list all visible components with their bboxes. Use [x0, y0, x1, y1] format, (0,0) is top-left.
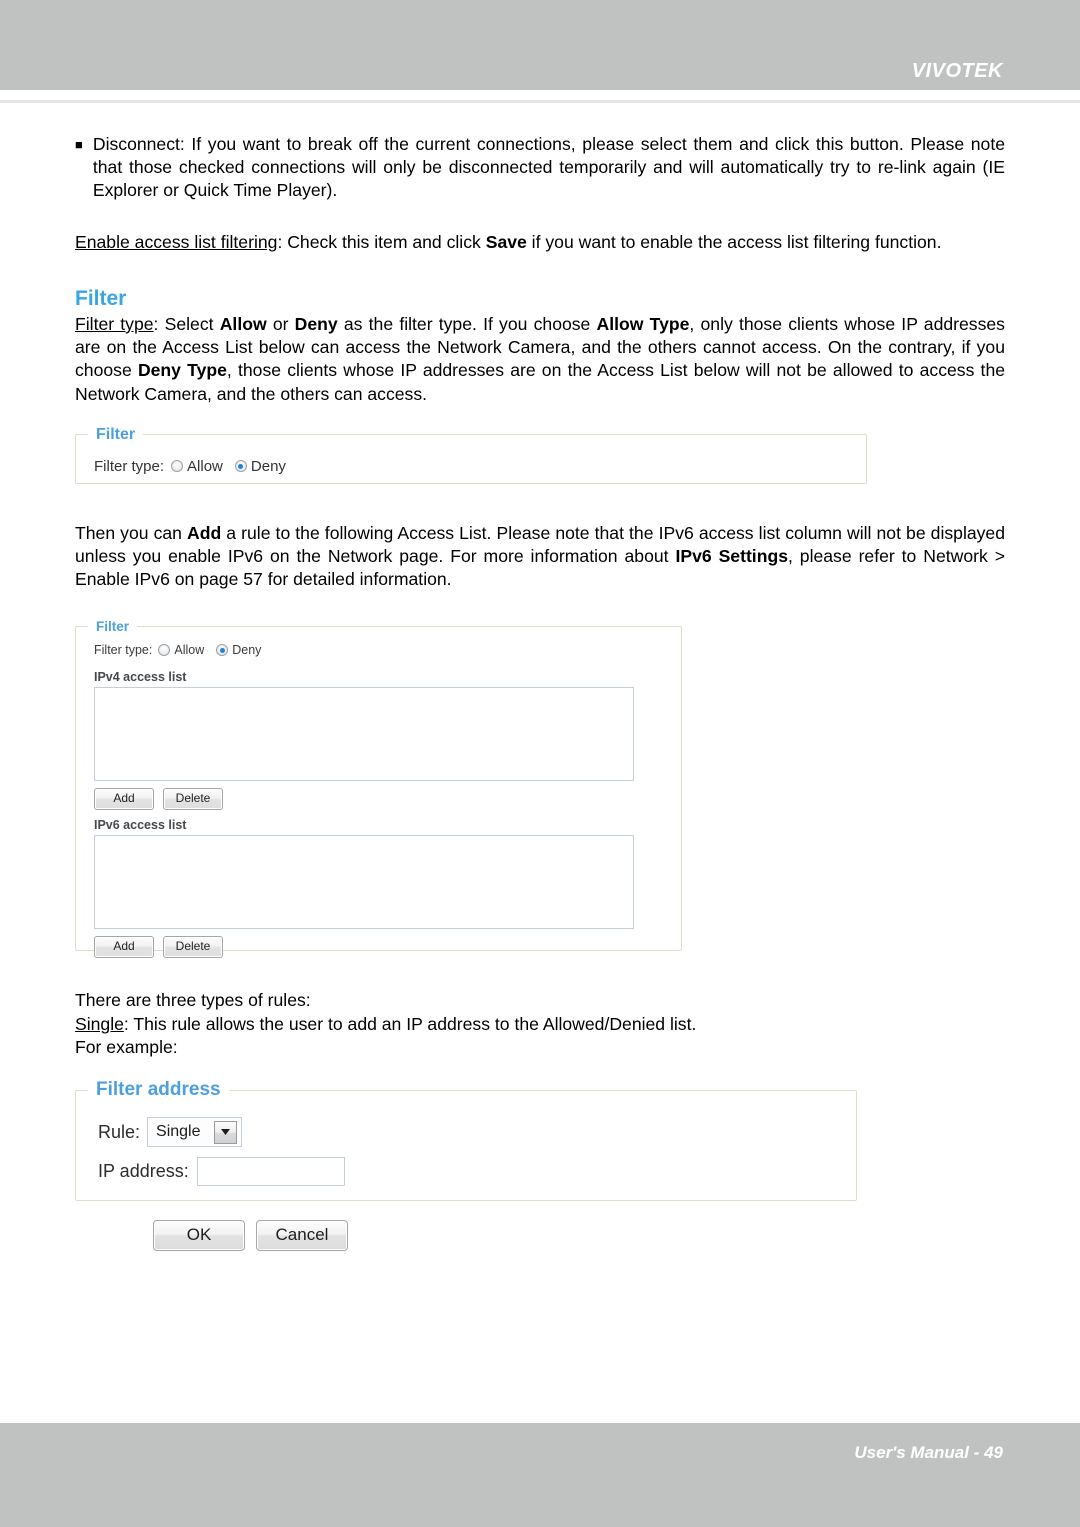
enable-access-list-filtering-paragraph: Enable access list filtering: Check this… [75, 231, 1005, 254]
filter-legend-large: Filter [96, 619, 130, 635]
filter-type-row-large: Filter type: Allow Deny [94, 643, 681, 657]
ip-address-label: IP address: [98, 1161, 189, 1182]
filter-type-label-large: Filter type: [94, 643, 153, 658]
save-bold: Save [485, 231, 527, 252]
radio-allow-small[interactable] [171, 460, 184, 473]
ipv6-access-list-box[interactable] [94, 835, 634, 930]
filter-fieldset-large: Filter Filter type: Allow Deny IPv4 acce… [75, 619, 682, 959]
rule-label: Rule: [98, 1121, 141, 1142]
rule-select-value: Single [156, 1123, 201, 1141]
filter-legend-small: Filter [96, 425, 136, 443]
ftp-1: : Select [153, 313, 220, 334]
filter-panel-screenshot-large: Filter Filter type: Allow Deny IPv4 acce… [75, 619, 1005, 959]
deny-type-bold: Deny Type [137, 360, 227, 381]
filter-type-term: Filter type [75, 313, 154, 334]
enable-filtering-part1: : Check this item and click [277, 231, 486, 252]
filter-address-legend: Filter address [96, 1079, 221, 1101]
radio-deny-label-small: Deny [250, 457, 286, 475]
filter-section-heading: Filter [75, 286, 127, 310]
ipv6-access-list-label: IPv6 access list [94, 818, 187, 833]
for-example-line: For example: [75, 1036, 178, 1057]
allow-type-bold: Allow Type [596, 313, 690, 334]
ipv4-button-row: Add Delete [94, 788, 681, 811]
radio-deny-small[interactable] [234, 460, 247, 473]
ipv6-settings-bold: IPv6 Settings [675, 545, 788, 566]
add-bold: Add [187, 522, 222, 543]
bullet-square-icon: ■ [75, 137, 83, 152]
allow-bold: Allow [219, 313, 267, 334]
disconnect-paragraph: Disconnect: If you want to break off the… [92, 134, 1005, 201]
filter-address-button-row: OK Cancel [153, 1220, 1005, 1252]
enable-filtering-term: Enable access list filtering [75, 231, 278, 252]
ipv4-access-list-label: IPv4 access list [94, 670, 187, 685]
vivotek-logo-text: VIVOTEK [911, 60, 1003, 82]
rules-intro-line: There are three types of rules: [75, 990, 311, 1011]
rule-row: Rule: Single [98, 1117, 856, 1148]
ok-button[interactable]: OK [153, 1220, 245, 1252]
ftp-2: or [266, 313, 295, 334]
radio-deny-large[interactable] [216, 644, 229, 657]
radio-allow-label-small: Allow [187, 457, 223, 475]
single-rule-line: Single: This rule allows the user to add… [75, 1013, 1005, 1036]
ipv4-add-button[interactable]: Add [94, 788, 154, 811]
page-footer-bar [0, 1423, 1080, 1527]
enable-filtering-part2: if you want to enable the access list fi… [526, 231, 942, 252]
filter-type-label-small: Filter type: [94, 457, 165, 475]
header-divider [0, 100, 1080, 103]
radio-allow-label-large: Allow [174, 643, 205, 658]
filter-fieldset-small: Filter Filter type: Allow Deny [75, 425, 867, 484]
ipv6-delete-button[interactable]: Delete [163, 936, 223, 959]
ipv6-button-row: Add Delete [94, 936, 681, 959]
add-rule-paragraph: Then you can Add a rule to the following… [75, 522, 1005, 592]
ip-address-row: IP address: [98, 1157, 856, 1187]
radio-deny-label-large: Deny [232, 643, 262, 658]
filter-panel-screenshot-small: Filter Filter type: Allow Deny [75, 425, 1005, 484]
deny-bold: Deny [294, 313, 338, 334]
chevron-down-icon [214, 1120, 238, 1144]
ipv6-add-button[interactable]: Add [94, 936, 154, 959]
single-rule-term: Single [75, 1013, 124, 1034]
filter-type-paragraph: Filter type: Select Allow or Deny as the… [75, 313, 1005, 406]
footer-page-label: User's Manual - 49 [854, 1443, 1003, 1462]
rule-select[interactable]: Single [147, 1117, 243, 1148]
radio-allow-large[interactable] [158, 644, 171, 657]
ipv4-access-list-box[interactable] [94, 687, 634, 782]
ftp-3: as the filter type. If you choose [337, 313, 597, 334]
ip-address-input[interactable] [196, 1157, 345, 1187]
arp-1: Then you can [75, 522, 188, 543]
filter-address-screenshot: Filter address Rule: Single IP address: [75, 1079, 1005, 1202]
cancel-button[interactable]: Cancel [256, 1220, 348, 1252]
page-content: ■ Disconnect: If you want to break off t… [75, 133, 1005, 1252]
single-rule-text: : This rule allows the user to add an IP… [123, 1013, 697, 1034]
disconnect-bullet: ■ Disconnect: If you want to break off t… [75, 133, 1005, 203]
ipv4-delete-button[interactable]: Delete [163, 788, 223, 811]
filter-address-fieldset: Filter address Rule: Single IP address: [75, 1079, 857, 1202]
